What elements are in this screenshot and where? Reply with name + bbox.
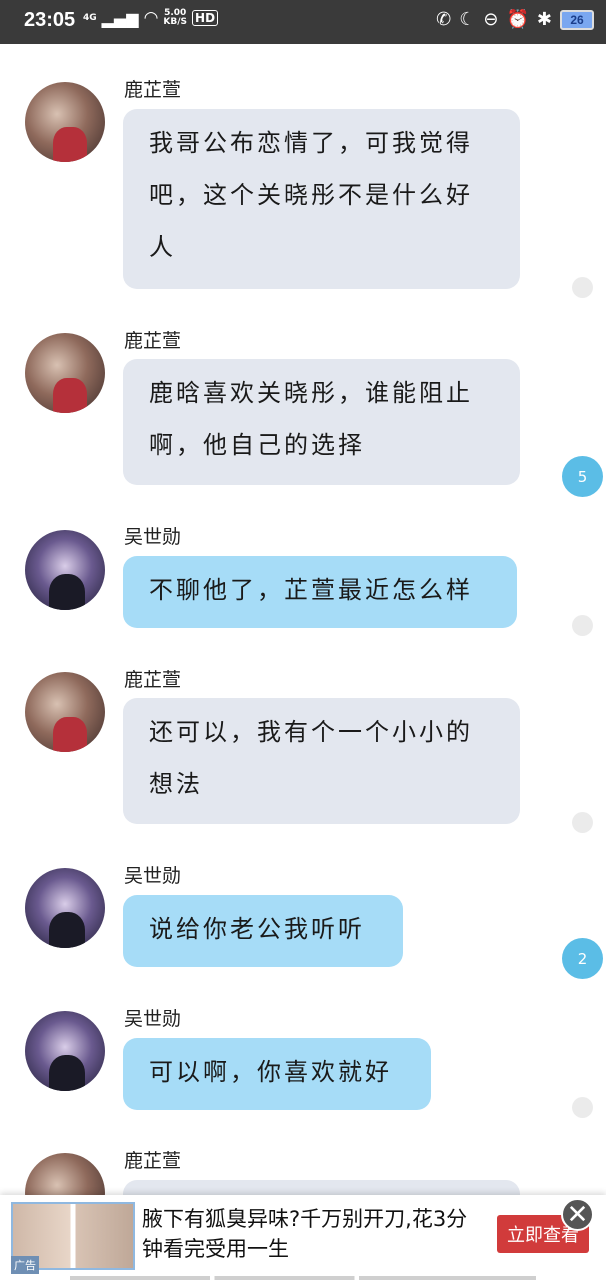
bluetooth-icon: ✱	[536, 9, 552, 30]
close-icon[interactable]: ✕	[561, 1198, 594, 1231]
sender-name: 吴世勋	[124, 865, 182, 887]
message-bubble[interactable]: 不聊他了，芷萱最近怎么样	[123, 556, 517, 628]
status-left-icons: 4G ▂▄▆ ◠ 5.00 KB/S HD	[83, 8, 219, 28]
lock-icon: ⊖	[483, 9, 499, 30]
ad-tag: 广告	[11, 1256, 39, 1274]
network-speed-unit: KB/S	[163, 17, 188, 27]
sender-name: 吴世勋	[124, 1008, 182, 1030]
network-type: 4G	[83, 13, 97, 23]
avatar[interactable]	[25, 82, 105, 162]
ad-headline[interactable]: 腋下有狐臭异味?千万别开刀,花3分钟看完受用一生	[142, 1204, 472, 1264]
read-indicator	[572, 1097, 593, 1118]
status-right-icons: ✆ ☾ ⊖ ⏰ ✱ 26	[436, 9, 594, 30]
moon-icon: ☾	[459, 9, 476, 30]
sender-name: 鹿芷萱	[124, 669, 182, 691]
ad-banner[interactable]: 广告 腋下有狐臭异味?千万别开刀,花3分钟看完受用一生 立即查看	[0, 1195, 606, 1280]
message-bubble[interactable]: 还可以，我有个一个小小的想法	[123, 698, 520, 824]
avatar[interactable]	[25, 530, 105, 610]
alarm-icon: ⏰	[506, 9, 529, 30]
sender-name: 吴世勋	[124, 526, 182, 548]
wifi-icon: ◠	[143, 8, 159, 28]
unread-count-badge[interactable]: 5	[562, 456, 603, 497]
avatar[interactable]	[25, 1011, 105, 1091]
status-bar: 23:05 4G ▂▄▆ ◠ 5.00 KB/S HD ✆ ☾ ⊖ ⏰ ✱ 26	[0, 0, 606, 44]
battery-icon: 26	[560, 9, 594, 30]
read-indicator	[572, 615, 593, 636]
sender-name: 鹿芷萱	[124, 1150, 182, 1172]
hd-label: HD	[192, 10, 219, 26]
avatar[interactable]	[25, 672, 105, 752]
network-speed: 5.00 KB/S	[163, 9, 187, 27]
message-bubble[interactable]: 可以啊，你喜欢就好	[123, 1038, 431, 1110]
read-indicator	[572, 812, 593, 833]
sender-name: 鹿芷萱	[124, 79, 182, 101]
message-bubble[interactable]: 我哥公布恋情了，可我觉得吧，这个关晓彤不是什么好人	[123, 109, 520, 289]
nfc-icon: ✆	[436, 9, 452, 30]
unread-count-badge[interactable]: 2	[562, 938, 603, 979]
status-time: 23:05	[24, 9, 76, 31]
avatar[interactable]	[25, 868, 105, 948]
sender-name: 鹿芷萱	[124, 330, 182, 352]
message-bubble[interactable]: 说给你老公我听听	[123, 895, 403, 967]
signal-icon: ▂▄▆	[101, 8, 139, 28]
read-indicator	[572, 277, 593, 298]
bottom-handle	[70, 1276, 536, 1280]
message-bubble[interactable]: 鹿晗喜欢关晓彤，谁能阻止啊，他自己的选择	[123, 359, 520, 485]
avatar[interactable]	[25, 333, 105, 413]
